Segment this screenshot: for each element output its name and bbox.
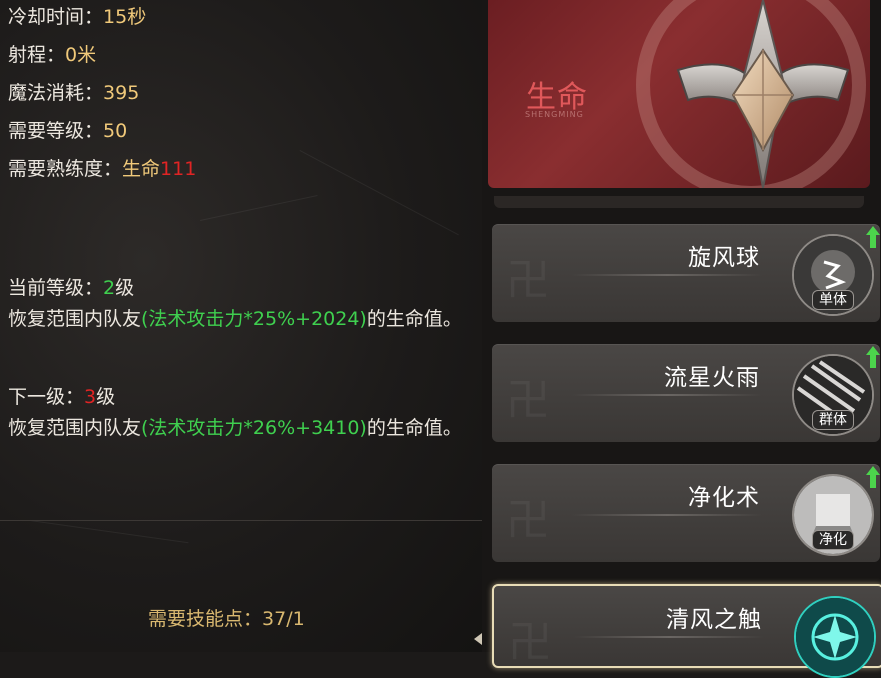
required-level-value: 50	[103, 120, 128, 142]
current-level-unit: 级	[115, 277, 135, 299]
skill-underline	[572, 514, 762, 516]
skill-underline	[572, 274, 762, 276]
next-desc-pre: 恢复范围内队友	[8, 417, 142, 439]
range-row: 射程：0米	[8, 44, 96, 66]
current-level-value: 2	[103, 277, 116, 299]
next-level-description: 恢复范围内队友(法术攻击力*26%+3410)的生命值。	[8, 412, 478, 445]
required-skill-points-value: 37/1	[262, 608, 305, 630]
skill-underline	[572, 394, 762, 396]
skill-name: 净化术	[688, 485, 760, 511]
required-skill-points-label: 需要技能点：	[148, 608, 263, 630]
skill-name: 清风之触	[666, 607, 762, 633]
cooldown-value: 15秒	[103, 6, 147, 28]
current-desc-pre: 恢复范围内队友	[8, 308, 142, 330]
current-desc-formula: (法术攻击力*25%+2024)	[141, 308, 367, 330]
skill-item-whirlwind-ball[interactable]: 卍 旋风球 单体	[492, 224, 880, 322]
required-level-row: 需要等级：50	[8, 120, 127, 142]
range-value: 0米	[65, 44, 97, 66]
skill-item-meteor-shower[interactable]: 卍 流星火雨 群体	[492, 344, 880, 442]
upgrade-arrow-icon	[866, 466, 880, 488]
required-proficiency-row: 需要熟练度：生命111	[8, 158, 196, 180]
next-level-value: 3	[84, 386, 97, 408]
skill-item-breeze-touch[interactable]: 卍 清风之触	[492, 584, 881, 678]
skill-type-tag: 群体	[812, 410, 854, 430]
banner-shelf	[494, 196, 864, 208]
skill-name: 流星火雨	[664, 365, 760, 391]
next-level-unit: 级	[96, 386, 116, 408]
school-banner: 生命 SHENGMING	[488, 0, 870, 188]
skill-underline	[574, 636, 764, 638]
skill-detail-panel: 冷却时间：15秒 射程：0米 魔法消耗：395 需要等级：50 需要熟练度：生命…	[0, 0, 486, 652]
proficiency-value: 111	[160, 158, 197, 180]
range-label: 射程：	[8, 44, 66, 66]
current-desc-post: 的生命值。	[366, 308, 462, 330]
skill-icon-whirlwind[interactable]: 单体	[792, 234, 874, 316]
skill-item-purify[interactable]: 卍 净化术 净化	[492, 464, 880, 562]
school-subtitle: SHENGMING	[525, 110, 584, 119]
upgrade-arrow-icon	[866, 226, 880, 248]
required-proficiency-label: 需要熟练度：	[8, 158, 123, 180]
skill-type-tag: 净化	[812, 530, 854, 550]
life-school-emblem-icon	[676, 0, 850, 188]
divider	[0, 520, 482, 521]
current-level-row: 当前等级：2级	[8, 277, 134, 299]
breeze-icon	[796, 598, 874, 676]
current-level-label: 当前等级：	[8, 277, 104, 299]
next-desc-post: 的生命值。	[366, 417, 462, 439]
decorative-glyph: 卍	[506, 255, 550, 306]
mana-row: 魔法消耗：395	[8, 82, 139, 104]
decorative-glyph: 卍	[506, 375, 550, 426]
decorative-glyph: 卍	[506, 495, 550, 546]
next-level-row: 下一级：3级	[8, 386, 115, 408]
current-level-description: 恢复范围内队友(法术攻击力*25%+2024)的生命值。	[8, 303, 478, 336]
mana-value: 395	[103, 82, 140, 104]
cooldown-label: 冷却时间：	[8, 6, 104, 28]
skill-list-panel[interactable]: 生命 SHENGMING 卍 旋风球 单体 卍 流星火雨 群体 卍 净化术 净化…	[482, 0, 881, 678]
decorative-glyph: 卍	[508, 617, 552, 668]
mana-label: 魔法消耗：	[8, 82, 104, 104]
upgrade-arrow-icon	[866, 346, 880, 368]
proficiency-school: 生命	[122, 158, 161, 180]
skill-name: 旋风球	[688, 245, 760, 271]
skill-icon-purify[interactable]: 净化	[792, 474, 874, 556]
next-desc-formula: (法术攻击力*26%+3410)	[141, 417, 367, 439]
skill-icon-meteor[interactable]: 群体	[792, 354, 874, 436]
next-level-label: 下一级：	[8, 386, 85, 408]
cooldown-row: 冷却时间：15秒	[8, 6, 146, 28]
required-skill-points: 需要技能点：37/1	[148, 607, 305, 631]
required-level-label: 需要等级：	[8, 120, 104, 142]
skill-icon-breeze[interactable]	[794, 596, 876, 678]
skill-type-tag: 单体	[812, 290, 854, 310]
